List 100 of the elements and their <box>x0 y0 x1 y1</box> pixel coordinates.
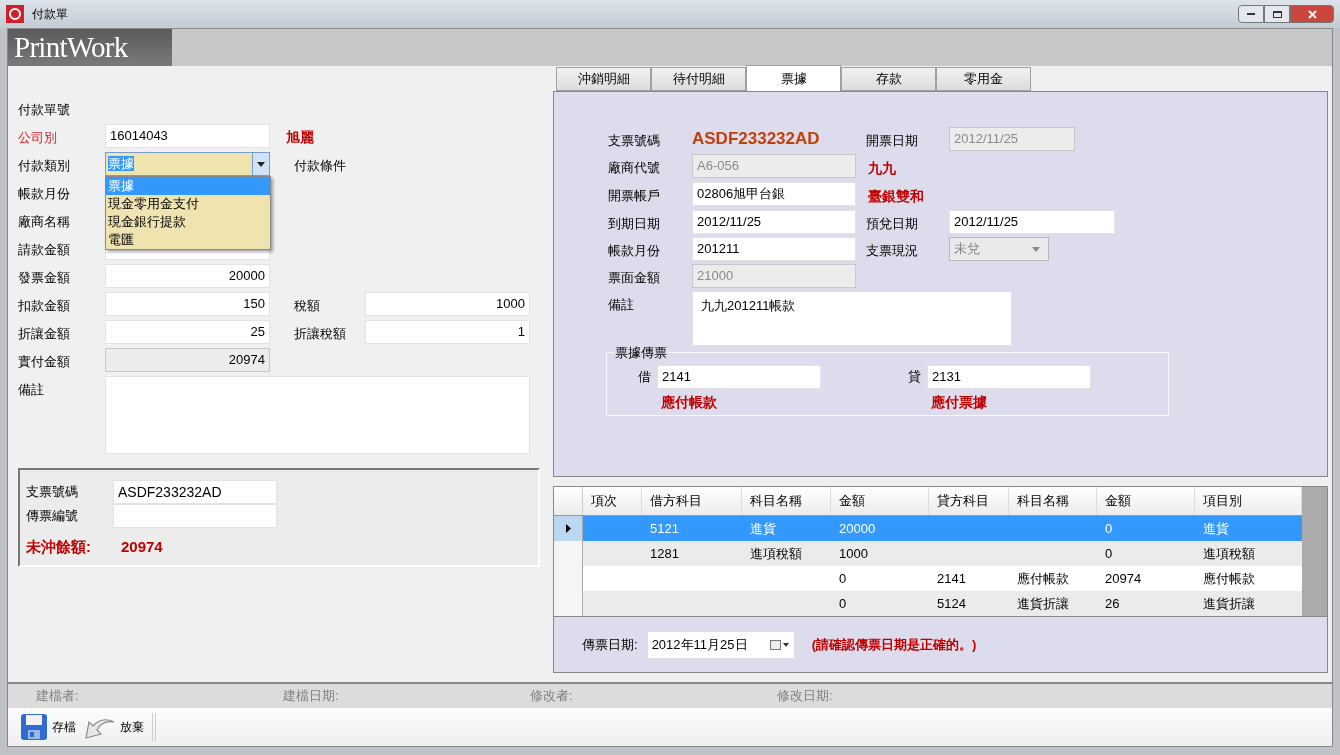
text-field[interactable]: ASDF233232AD <box>113 480 277 504</box>
text-field[interactable]: 2141 <box>657 365 821 389</box>
date-picker[interactable]: 2012年11月25日 <box>647 631 794 658</box>
table-row[interactable]: 0 2141 應付帳款 20974 應付帳款 <box>554 566 1302 591</box>
table-cell-text: 2141 <box>937 569 966 588</box>
calendar-icon <box>769 639 790 650</box>
date-label: 傳票日期: <box>582 635 638 654</box>
table-row[interactable]: 0 5124 進貨折讓 26 進貨折讓 <box>554 591 1302 616</box>
table-cell-text: 1281 <box>650 544 679 563</box>
text-field[interactable]: 02806旭甲台銀 <box>692 182 856 206</box>
vendor-note: 九九 <box>868 159 896 178</box>
table-cell-text: 0 <box>839 594 847 613</box>
table-cell-text: 0 <box>1105 544 1113 563</box>
dropdown-option[interactable]: 現金零用金支付 <box>106 195 270 213</box>
memo-field[interactable] <box>105 376 530 454</box>
field-label: 貸 <box>907 368 922 387</box>
text-field[interactable]: 20000 <box>105 264 270 288</box>
text-field[interactable]: 1000 <box>365 292 530 316</box>
account-name: 應付票據 <box>931 393 988 412</box>
readonly-field[interactable]: 20974 <box>105 348 270 372</box>
table-cell-text: 5124 <box>937 594 966 613</box>
field-label: 實付金額 <box>18 353 71 371</box>
text-field[interactable]: 1 <box>365 320 530 344</box>
dropdown-option[interactable]: 電匯 <box>106 231 270 249</box>
balance-value: 20974 <box>121 537 163 557</box>
table-cell-text: 0 <box>1105 519 1113 538</box>
field-label: 備註 <box>18 381 45 399</box>
field-label: 開票帳戶 <box>608 187 661 205</box>
cheque-number: ASDF233232AD <box>692 128 821 151</box>
column-header[interactable]: 項目別 <box>1195 487 1302 515</box>
table-cell-text: 進項稅額 <box>750 544 802 563</box>
text-field[interactable]: 2012/11/25 <box>949 210 1115 234</box>
maximize-button[interactable] <box>1264 5 1290 23</box>
table-cell-text: 20974 <box>1105 569 1142 588</box>
window-title: 付款單 <box>32 6 68 23</box>
text-field[interactable]: 25 <box>105 320 270 344</box>
status-label: 建檔日期: <box>282 687 340 706</box>
table-cell-text: 0 <box>839 569 847 588</box>
column-header[interactable]: 金額 <box>1097 487 1195 515</box>
tab[interactable]: 沖銷明細 <box>556 67 651 91</box>
table-cell-text: 進貨 <box>750 519 776 538</box>
column-header[interactable]: 科目名稱 <box>1009 487 1097 515</box>
row-pointer-icon <box>565 524 571 533</box>
app-logo-icon <box>6 5 24 23</box>
status-label: 修改日期: <box>776 687 834 706</box>
tab[interactable]: 存款 <box>841 67 936 91</box>
column-header[interactable]: 貸方科目 <box>929 487 1009 515</box>
status-label: 建檔者: <box>35 687 80 706</box>
field-label: 公司別 <box>18 129 58 147</box>
field-label: 預兌日期 <box>866 215 919 233</box>
field-label: 扣款金額 <box>18 297 71 315</box>
save-button[interactable]: 存檔 <box>20 713 76 741</box>
field-label: 付款單號 <box>18 101 71 119</box>
status-label: 修改者: <box>529 687 574 706</box>
close-icon <box>1307 9 1317 19</box>
field-label: 折讓金額 <box>18 325 71 343</box>
text-field[interactable]: 2131 <box>927 365 1091 389</box>
dropdown-option[interactable]: 現金銀行提款 <box>106 213 270 231</box>
field-label: 發票金額 <box>18 269 71 287</box>
account-name: 應付帳款 <box>661 393 718 412</box>
tab[interactable]: 待付明細 <box>651 67 746 91</box>
column-header[interactable]: 金額 <box>831 487 929 515</box>
field-label: 折讓稅額 <box>294 325 347 343</box>
caret-icon <box>257 161 265 167</box>
cancel-button[interactable]: 放棄 <box>84 714 144 740</box>
table-cell-text: 進貨折讓 <box>1203 594 1255 613</box>
field-label: 廠商名稱 <box>18 213 71 231</box>
field-label: 支票號碼 <box>26 483 79 502</box>
tab[interactable]: 零用金 <box>936 67 1031 91</box>
text-field[interactable] <box>113 504 277 528</box>
field-label: 備註 <box>608 296 635 314</box>
column-header[interactable]: 科目名稱 <box>742 487 831 515</box>
field-label: 付款條件 <box>294 157 346 175</box>
vendor-note: 臺銀雙和 <box>868 187 924 206</box>
logo: PrintWork <box>8 29 172 66</box>
table-cell-text: 進項稅額 <box>1203 544 1255 563</box>
table-cell-text: 應付帳款 <box>1203 569 1255 588</box>
balance-label: 未沖餘額: <box>26 537 92 557</box>
field-label: 帳款月份 <box>18 185 71 203</box>
memo-field[interactable]: 九九201211帳款 <box>692 291 1012 346</box>
field-label: 傳票編號 <box>26 507 79 526</box>
close-button[interactable] <box>1290 5 1334 23</box>
column-header[interactable]: 項次 <box>583 487 642 515</box>
table-row[interactable]: 1281 進項稅額 1000 0 進項稅額 <box>554 541 1302 566</box>
table-cell-text: 1000 <box>839 544 868 563</box>
company-name: 旭麗 <box>286 128 314 147</box>
text-field[interactable]: 150 <box>105 292 270 316</box>
table-cell-text: 5121 <box>650 519 679 538</box>
field-label: 開票日期 <box>866 132 919 150</box>
text-field[interactable]: 2012/11/25 <box>692 210 856 234</box>
tab[interactable]: 票據 <box>746 65 841 91</box>
text-field[interactable]: 16014043 <box>105 124 270 148</box>
field-label: 支票現況 <box>866 242 919 260</box>
column-header[interactable]: 借方科目 <box>642 487 742 515</box>
minimize-button[interactable] <box>1238 5 1264 23</box>
table-cell-text: 進貨折讓 <box>1017 594 1069 613</box>
table-cell-text: 26 <box>1105 594 1120 613</box>
field-label: 借 <box>637 368 652 387</box>
caret-icon <box>1032 246 1040 252</box>
text-field[interactable]: 201211 <box>692 237 856 261</box>
